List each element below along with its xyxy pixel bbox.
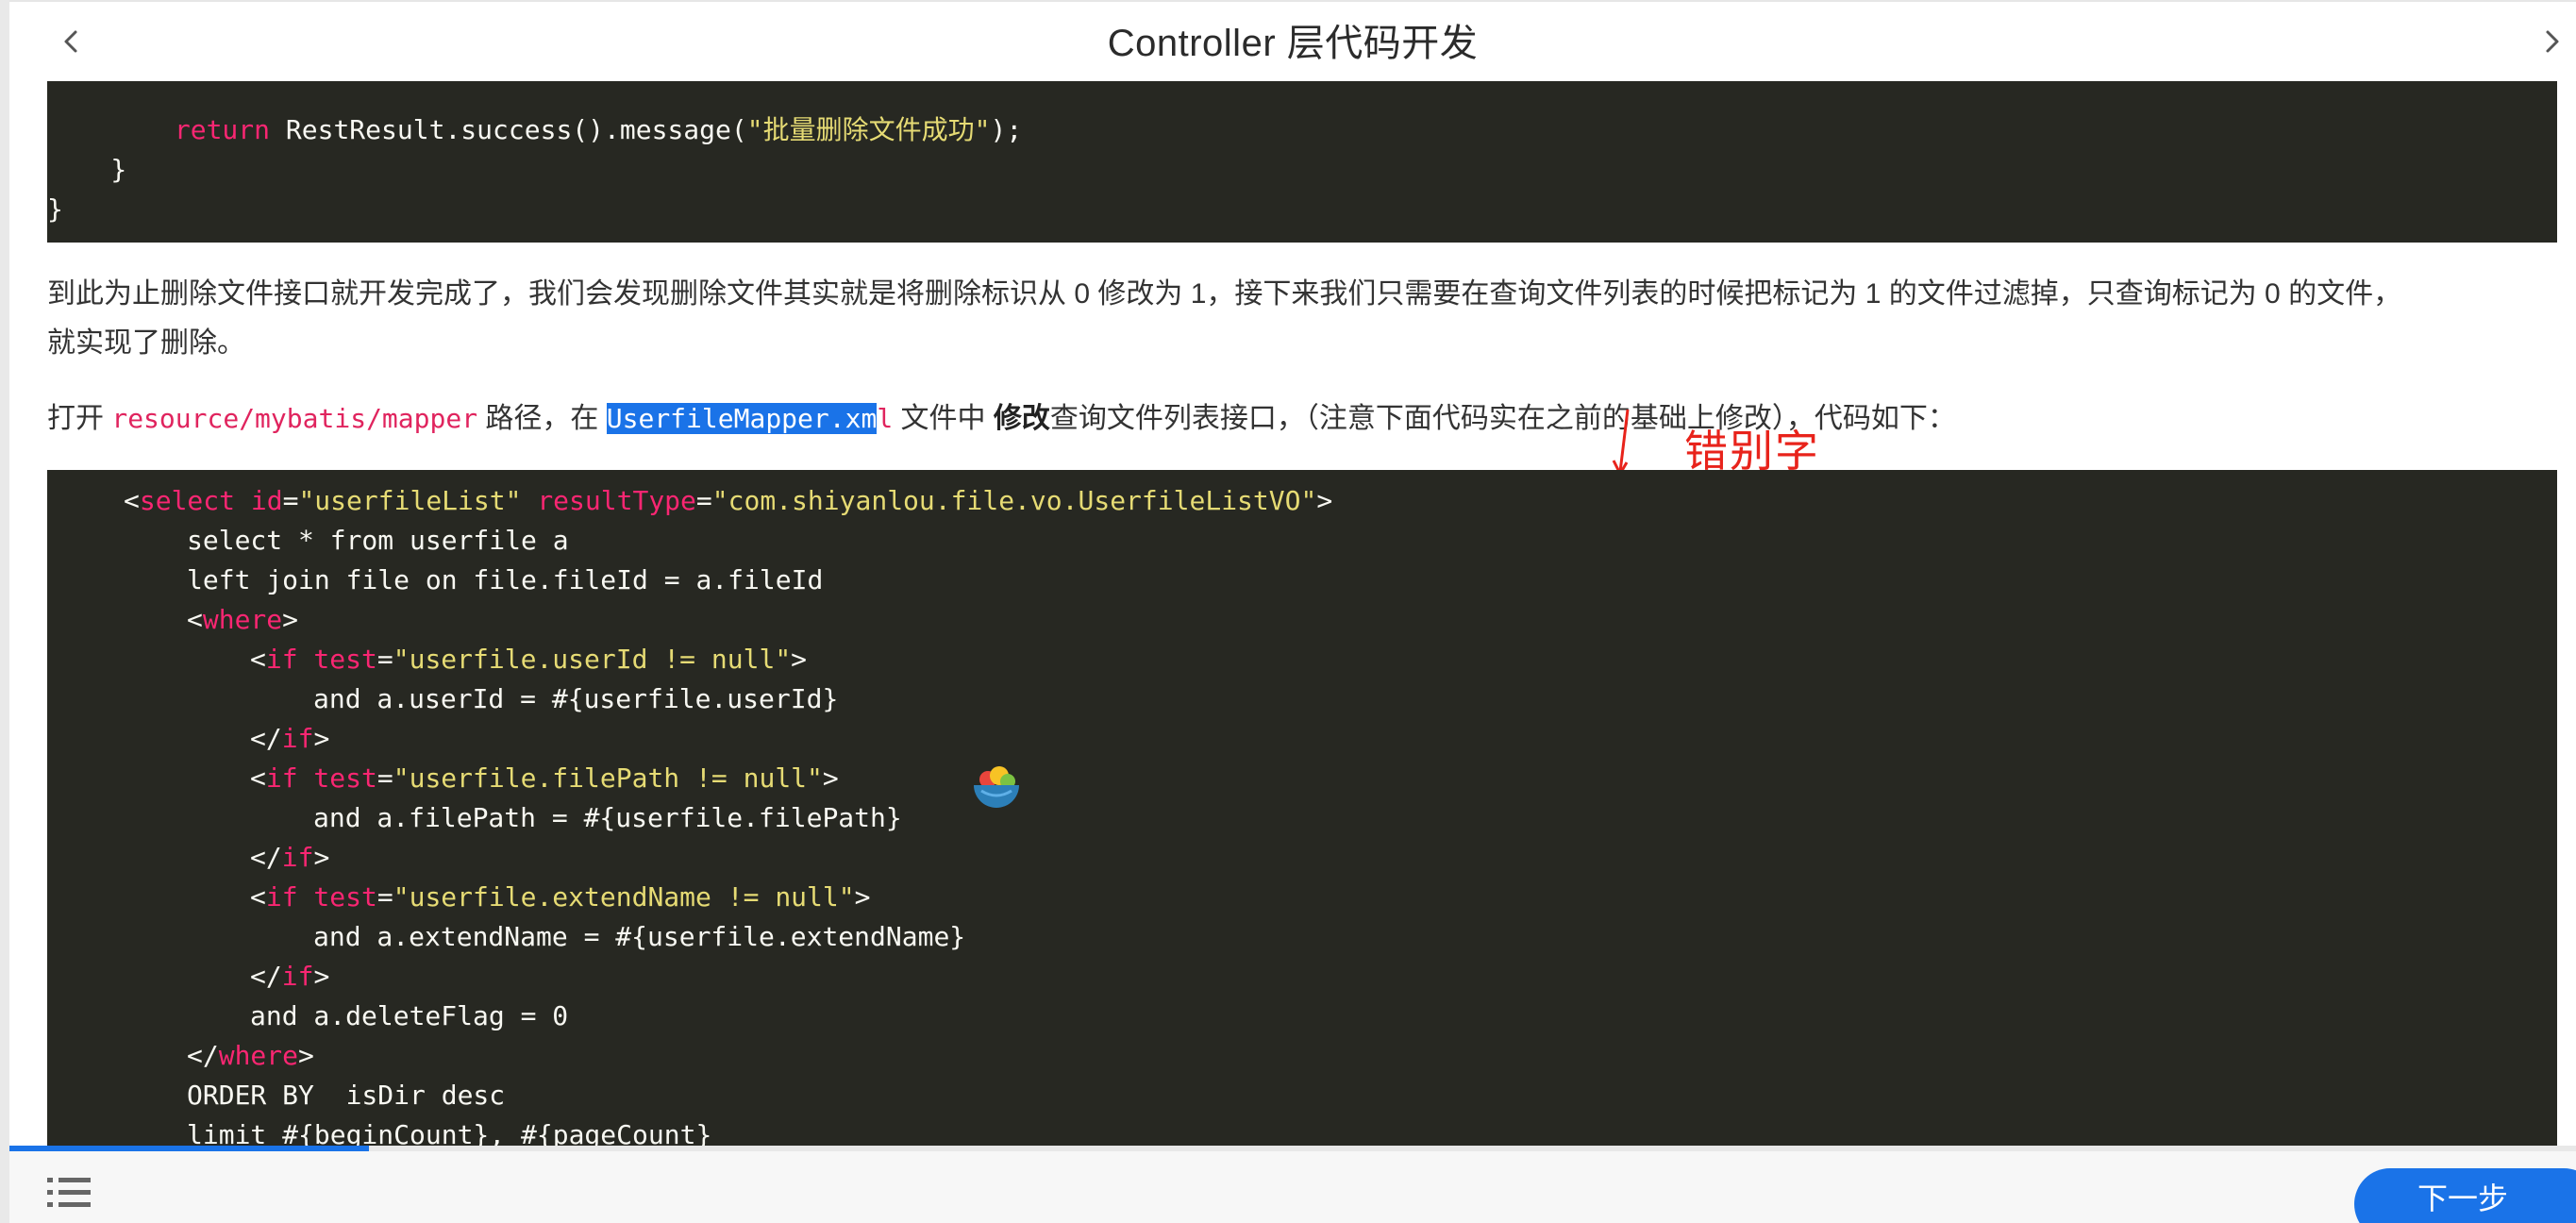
code-punct: = [376, 644, 393, 675]
paragraph-text: 文件中 [893, 403, 994, 434]
code-tag: if [281, 961, 314, 992]
code-punct: > [791, 644, 808, 675]
code-tag: where [218, 1040, 299, 1071]
code-attr: resultType [521, 485, 696, 516]
code-line: return RestResult.success().message("批量删… [47, 110, 1022, 150]
paragraph-line: 到此为止删除文件接口就开发完成了，我们会发现删除文件其实就是将删除标识从 0 修… [47, 278, 2402, 310]
code-punct: > [313, 961, 330, 992]
code-line: <if test="userfile.extendName != null"> [250, 878, 870, 917]
paragraph-line: 就实现了删除。 [47, 327, 245, 359]
code-punct: = [376, 881, 393, 913]
inline-code-filename-selected[interactable]: UserfileMapper.xm [606, 403, 878, 434]
code-text: RestResult.success().message( [270, 114, 747, 145]
code-punct: < [250, 881, 266, 913]
code-attr: id [235, 485, 283, 516]
code-line: } [47, 154, 127, 185]
paragraph: 打开 resource/mybatis/mapper 路径，在 Userfile… [47, 394, 1956, 444]
code-punct: > [298, 1040, 314, 1071]
next-page-button[interactable] [2531, 19, 2576, 64]
code-tag: if [281, 842, 314, 873]
inline-code-path: resource/mybatis/mapper [111, 403, 478, 434]
code-line: <if test="userfile.filePath != null"> [250, 759, 839, 798]
code-line: and a.userId = #{userfile.userId} [313, 683, 839, 714]
footer-bar: 下一步 [9, 1151, 2576, 1223]
code-block: <select id="userfileList" resultType="co… [47, 470, 2557, 1146]
code-string: "userfile.extendName != null" [393, 881, 855, 913]
paragraph-text: 路径，在 [477, 403, 607, 434]
code-punct: = [695, 485, 712, 516]
code-line: } [47, 193, 63, 225]
bold-text: 修改 [993, 403, 1050, 434]
code-tag: if [265, 762, 298, 794]
code-punct: < [124, 485, 140, 516]
code-tag: select [139, 485, 236, 516]
lesson-page: Controller 层代码开发 return RestResult.succe… [0, 0, 2576, 1223]
code-line: and a.filePath = #{userfile.filePath} [313, 802, 902, 833]
code-punct: > [313, 723, 330, 754]
code-line: </if> [250, 838, 329, 878]
code-line: <where> [187, 600, 298, 640]
header-bar: Controller 层代码开发 [9, 0, 2576, 83]
code-punct: > [282, 604, 299, 635]
code-block: return RestResult.success().message("批量删… [47, 81, 2557, 243]
paragraph-text: 打开 [47, 403, 112, 434]
window-edge [0, 0, 9, 1223]
code-line: </if> [250, 957, 329, 997]
code-punct: > [822, 762, 839, 794]
code-punct: </ [250, 842, 282, 873]
code-punct: > [313, 842, 330, 873]
code-line: <select id="userfileList" resultType="co… [124, 481, 1332, 521]
code-line: left join file on file.fileId = a.fileId [187, 564, 824, 595]
list-icon[interactable] [45, 1172, 92, 1214]
bowl-icon[interactable] [968, 762, 1025, 819]
code-punct: </ [250, 961, 282, 992]
code-line: and a.deleteFlag = 0 [250, 1000, 569, 1031]
code-attr: test [297, 762, 377, 794]
code-line: <if test="userfile.userId != null"> [250, 640, 807, 679]
code-tag: if [281, 723, 314, 754]
code-keyword: return [174, 114, 271, 145]
code-punct: < [250, 762, 266, 794]
chevron-right-icon [2546, 30, 2559, 53]
next-step-button[interactable]: 下一步 [2354, 1168, 2576, 1223]
code-attr: test [297, 644, 377, 675]
code-line: ORDER BY isDir desc [187, 1080, 506, 1111]
code-punct: < [250, 644, 266, 675]
code-attr: test [297, 881, 377, 913]
code-punct: </ [187, 1040, 219, 1071]
code-punct: > [1316, 485, 1333, 516]
code-line: </if> [250, 719, 329, 759]
code-line: select * from userfile a [187, 525, 569, 556]
code-string: "批量删除文件成功" [746, 114, 991, 145]
code-punct: = [282, 485, 299, 516]
code-line: limit #{beginCount}, #{pageCount} [187, 1119, 712, 1146]
code-string: "userfile.userId != null" [393, 644, 792, 675]
code-string: "userfileList" [298, 485, 522, 516]
code-punct: = [376, 762, 393, 794]
page-title: Controller 层代码开发 [1107, 23, 1479, 64]
lesson-content: return RestResult.success().message("批量删… [47, 81, 2557, 1146]
code-punct: </ [250, 723, 282, 754]
inline-code-filename: l [877, 403, 894, 434]
code-text: ); [990, 114, 1023, 145]
code-tag: where [202, 604, 283, 635]
paragraph: 到此为止删除文件接口就开发完成了，我们会发现删除文件其实就是将删除标识从 0 修… [47, 270, 2401, 368]
code-punct: > [854, 881, 871, 913]
code-punct: < [187, 604, 203, 635]
prev-page-button[interactable] [47, 19, 92, 64]
code-line: and a.extendName = #{userfile.extendName… [313, 921, 966, 952]
code-string: "com.shiyanlou.file.vo.UserfileListVO" [711, 485, 1317, 516]
code-tag: if [265, 881, 298, 913]
chevron-left-icon [64, 30, 77, 53]
code-tag: if [265, 644, 298, 675]
code-line: </where> [187, 1036, 314, 1076]
code-string: "userfile.filePath != null" [393, 762, 823, 794]
